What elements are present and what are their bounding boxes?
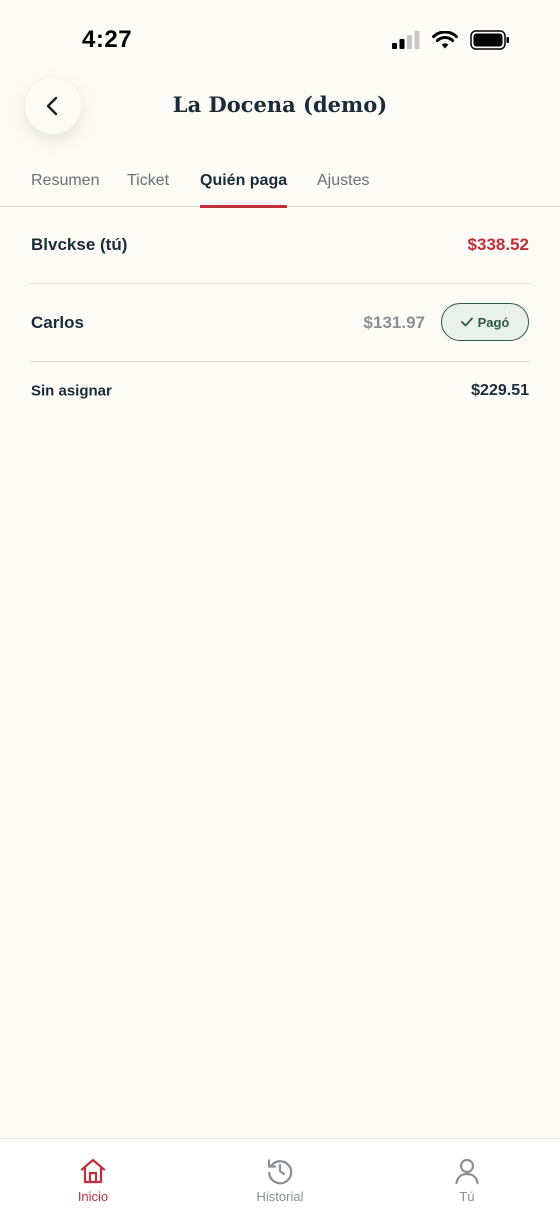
- unassigned-amount: $229.51: [471, 382, 529, 399]
- page-title: La Docena (demo): [172, 92, 388, 117]
- tab-ticket[interactable]: Ticket: [127, 172, 169, 205]
- signal-icon: [392, 31, 420, 49]
- payer-name: Carlos: [31, 313, 84, 332]
- unassigned-label: Sin asignar: [31, 382, 112, 400]
- person-icon: [455, 1158, 479, 1185]
- payer-amount: $131.97: [363, 313, 425, 332]
- tab-resumen[interactable]: Resumen: [31, 172, 99, 205]
- history-icon: [267, 1159, 293, 1185]
- payer-name: Blvckse (tú): [31, 235, 128, 254]
- header: La Docena (demo): [0, 78, 560, 138]
- paid-badge-label: Pagó: [477, 314, 510, 330]
- check-icon: [460, 317, 473, 327]
- unassigned-row: Sin asignar $229.51: [31, 362, 529, 420]
- payer-amount: $338.52: [467, 235, 529, 254]
- tab-ajustes[interactable]: Ajustes: [317, 172, 369, 205]
- home-icon: [80, 1158, 106, 1184]
- battery-icon: [470, 30, 509, 50]
- tab-bar: Resumen Ticket Quién paga Ajustes: [0, 168, 560, 208]
- tabbar-label: Tú: [459, 1189, 475, 1204]
- status-icons: [392, 30, 510, 50]
- payer-list: Blvckse (tú) $338.52 Carlos $131.97 Pagó…: [31, 206, 529, 420]
- tabbar-label: Inicio: [77, 1189, 109, 1204]
- payer-row[interactable]: Blvckse (tú) $338.52: [31, 206, 529, 284]
- status-time: 4:27: [82, 26, 133, 53]
- tab-quien-paga[interactable]: Quién paga: [200, 172, 288, 208]
- bottom-tab-bar: Inicio Historial Tú: [0, 1138, 560, 1218]
- paid-badge[interactable]: Pagó: [441, 303, 529, 341]
- wifi-icon: [432, 30, 458, 48]
- tabbar-item-historial[interactable]: Historial: [230, 1157, 330, 1204]
- tabbar-label: Historial: [256, 1189, 304, 1204]
- payer-row[interactable]: Carlos $131.97 Pagó: [31, 284, 529, 362]
- tabbar-item-tu[interactable]: Tú: [417, 1157, 517, 1204]
- status-bar: 4:27: [0, 0, 560, 80]
- tabbar-item-inicio[interactable]: Inicio: [43, 1157, 143, 1204]
